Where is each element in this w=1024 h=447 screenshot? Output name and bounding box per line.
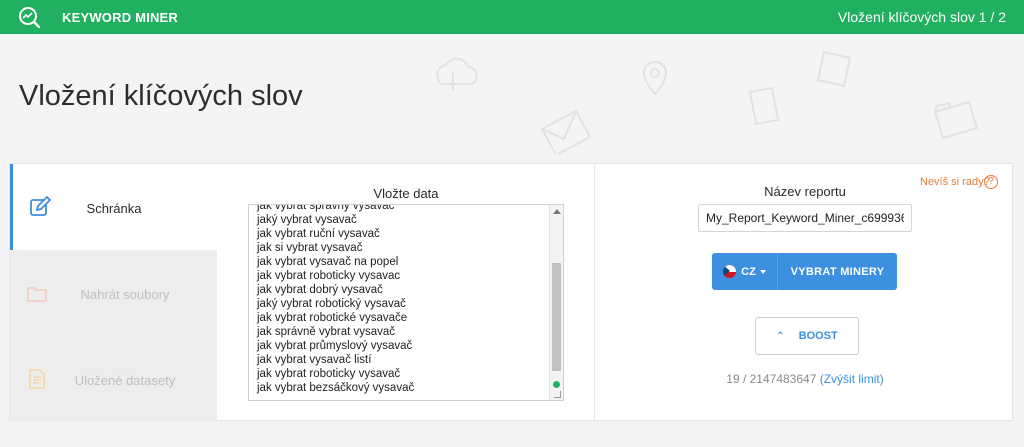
keyword-line: jak vybrat průmyslový vysavač [257,340,413,352]
boost-label: BOOST [798,330,838,342]
cloud-icon [436,57,478,85]
source-tabs: Schránka Nahrát soubory Uložené datasety [10,164,217,422]
keyword-line: jak vybrat vysavač na popel [257,256,399,268]
help-link[interactable]: Nevíš si rady? [920,176,990,188]
language-select[interactable]: CZ [712,253,778,290]
keyword-line: jak si vybrat vysavač [257,242,363,254]
input-card: Schránka Nahrát soubory Uložené datasety… [9,163,1013,422]
resize-handle[interactable] [554,391,561,398]
report-name-input[interactable] [698,204,912,232]
tab-saved-datasets[interactable]: Uložené datasety [10,336,217,422]
select-miners-button[interactable]: CZ VYBRAT MINERY [712,253,897,290]
report-name-label: Název reportu [764,184,846,199]
language-code: CZ [741,265,756,278]
tab-upload-files[interactable]: Nahrát soubory [10,250,217,336]
scroll-thumb[interactable] [552,263,561,371]
keyword-line: jaký vybrat vysavač [257,214,357,226]
keyword-line: jak vybrat správný vysavač [257,204,395,212]
tab-label: Schránka [86,201,142,216]
background-decoration [436,50,979,154]
scroll-up-arrow[interactable] [553,209,561,214]
step-indicator: Vložení klíčových slov 1 / 2 [837,9,1006,25]
top-bar: KEYWORD MINER Vložení klíčových slov 1 /… [0,0,1024,34]
keyword-line: jak vybrat roboticky vysavac [257,270,401,282]
keyword-limit: 19 / 2147483647 (Zvýšit limit) [698,372,912,386]
status-dot-icon [553,381,560,388]
search-chart-icon[interactable] [18,6,40,28]
double-chevron-up-icon: ⌃ [776,330,785,342]
keyword-line: jak vybrat robotické vysavače [257,312,408,324]
brand-name[interactable]: KEYWORD MINER [62,10,178,25]
chevron-down-icon [759,269,766,274]
keyword-line: jak vybrat roboticky vysavač [257,368,401,380]
keyword-line: jak vybrat dobrý vysavač [257,284,383,296]
tab-clipboard[interactable]: Schránka [10,164,217,250]
boost-button[interactable]: ⌃ BOOST [755,317,859,355]
keywords-textarea[interactable]: jak vybrat správný vysavač jaký vybrat vy… [248,204,564,401]
limit-count: 19 / 2147483647 [726,372,817,386]
keyword-line: jak vybrat bezsáčkový vysavač [257,382,415,394]
czech-flag-icon [723,265,737,278]
keyword-line: jak vybrat vysavač listí [257,354,372,366]
select-miners-label: VYBRAT MINERY [790,265,885,278]
increase-limit-link[interactable]: (Zvýšit limit) [820,372,884,386]
tab-label: Nahrát soubory [80,287,170,302]
textarea-scrollbar[interactable] [549,205,563,400]
keyword-line: jaký vybrat robotický vysavač [257,298,406,310]
keyword-line: jak vybrat ruční vysavač [257,228,380,240]
paste-heading: Vložte data [373,186,439,201]
page-title: Vložení klíčových slov [19,80,303,112]
divider [594,164,595,422]
keyword-line: jak správně vybrat vysavač [257,326,396,338]
help-icon[interactable]: ? [984,175,998,189]
tab-label: Uložené datasety [74,373,176,388]
keyword-list: jak vybrat správný vysavač jaký vybrat vy… [257,204,547,395]
